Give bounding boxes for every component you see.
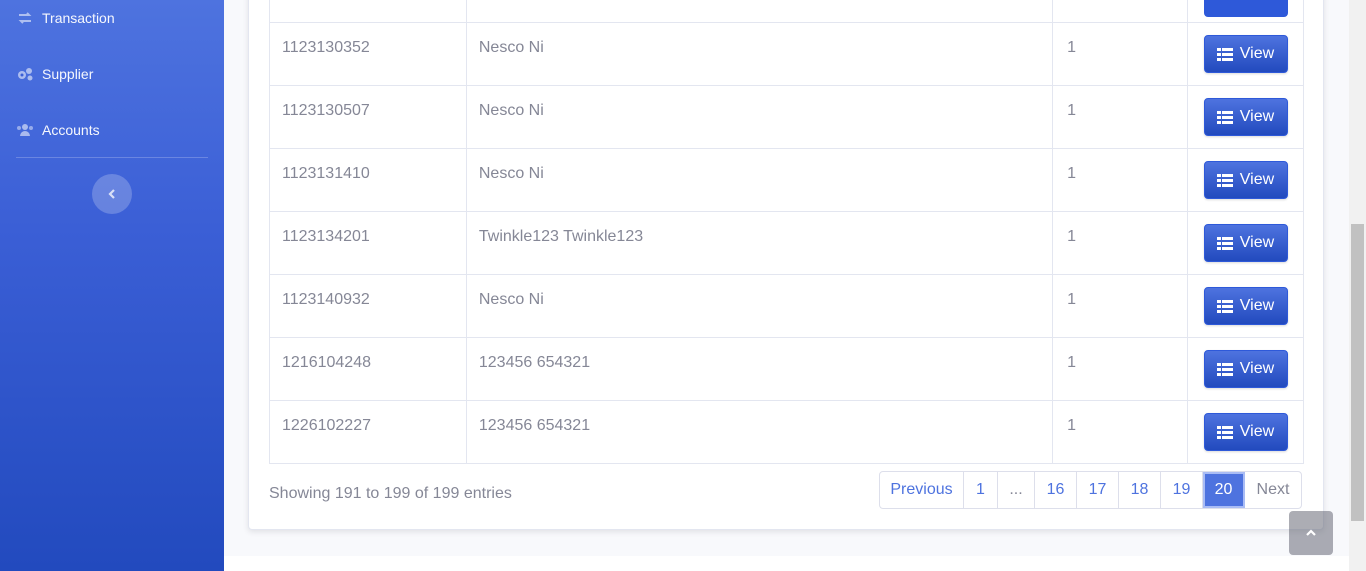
table-icon <box>1216 236 1233 250</box>
cell-count: 1 <box>1052 274 1189 338</box>
table-row: 1123130352 Nesco Ni 1 View <box>269 22 1304 86</box>
table-icon <box>1216 110 1233 124</box>
table-row: 1123134201 Twinkle123 Twinkle123 1 View <box>269 211 1304 275</box>
cell-name: Nesco Ni <box>465 85 1054 149</box>
table-icon <box>1216 362 1233 376</box>
table-row <box>269 0 1304 23</box>
sidebar-item-supplier[interactable]: Supplier <box>16 63 93 85</box>
sidebar-item-accounts[interactable]: Accounts <box>16 119 100 141</box>
pagination-next[interactable]: Next <box>1245 472 1301 508</box>
users-icon <box>17 124 33 136</box>
sidebar-divider <box>16 157 208 158</box>
view-button[interactable]: View <box>1203 98 1288 136</box>
table-row: 1123131410 Nesco Ni 1 View <box>269 148 1304 212</box>
cell-count: 1 <box>1052 211 1189 275</box>
cell-id: 1123131410 <box>269 148 467 212</box>
view-button[interactable]: View <box>1203 350 1288 388</box>
cell-count: 1 <box>1052 85 1189 149</box>
cell-name: Twinkle123 Twinkle123 <box>465 211 1054 275</box>
cell-count: 1 <box>1052 400 1189 464</box>
pagination-page-20[interactable]: 20 <box>1203 472 1245 508</box>
cell-count: 1 <box>1052 148 1189 212</box>
view-button-label: View <box>1239 423 1275 440</box>
view-button-label: View <box>1239 360 1275 377</box>
page-scrollbar[interactable] <box>1349 0 1366 571</box>
scrollbar-thumb[interactable] <box>1351 224 1364 521</box>
sidebar-item-label: Transaction <box>42 10 115 26</box>
sidebar-toggle-button[interactable] <box>92 174 132 214</box>
view-button[interactable] <box>1203 0 1288 17</box>
pagination-page-19[interactable]: 19 <box>1161 472 1203 508</box>
sidebar-item-label: Supplier <box>42 66 94 82</box>
chevron-up-icon <box>1306 529 1316 536</box>
view-button[interactable]: View <box>1203 35 1288 73</box>
view-button[interactable]: View <box>1203 161 1288 199</box>
chevron-left-icon <box>108 189 115 199</box>
pagination-page-17[interactable]: 17 <box>1077 472 1119 508</box>
cell-name: Nesco Ni <box>465 148 1054 212</box>
footer <box>224 556 1349 571</box>
view-button[interactable]: View <box>1203 413 1288 451</box>
table-row: 1226102227 123456 654321 1 View <box>269 400 1304 464</box>
cell-id: 1123130352 <box>269 22 467 86</box>
cell-id: 1216104248 <box>269 337 467 401</box>
view-button-label: View <box>1239 108 1275 125</box>
view-button-label: View <box>1239 45 1275 62</box>
table-row: 1216104248 123456 654321 1 View <box>269 337 1304 401</box>
pagination-page-18[interactable]: 18 <box>1119 472 1161 508</box>
view-button-label: View <box>1239 297 1275 314</box>
table-icon <box>1216 173 1233 187</box>
view-button[interactable]: View <box>1203 287 1288 325</box>
table-icon <box>1216 299 1233 313</box>
cell-name: Nesco Ni <box>465 22 1054 86</box>
cell-id: 1123134201 <box>269 211 467 275</box>
scroll-to-top-button[interactable] <box>1289 511 1333 555</box>
table-icon <box>1216 425 1233 439</box>
view-button[interactable]: View <box>1203 224 1288 262</box>
cell-name: 123456 654321 <box>465 337 1054 401</box>
sidebar: Transaction Supplier Accounts <box>0 0 224 571</box>
table-row: 1123140932 Nesco Ni 1 View <box>269 274 1304 338</box>
table-info: Showing 191 to 199 of 199 entries <box>269 485 512 502</box>
cell-name: Nesco Ni <box>465 274 1054 338</box>
pagination-ellipsis: ... <box>998 472 1035 508</box>
pagination-previous[interactable]: Previous <box>880 472 964 508</box>
cell-count: 1 <box>1052 337 1189 401</box>
cell-id: 1123140932 <box>269 274 467 338</box>
exchange-icon <box>18 12 32 24</box>
view-button-label: View <box>1239 171 1275 188</box>
sidebar-item-transaction[interactable]: Transaction <box>16 7 115 29</box>
cell-count: 1 <box>1052 22 1189 86</box>
pagination-page-1[interactable]: 1 <box>964 472 998 508</box>
sidebar-item-label: Accounts <box>42 122 100 138</box>
cell-id: 1123130507 <box>269 85 467 149</box>
cogs-icon <box>18 68 33 81</box>
pagination-page-16[interactable]: 16 <box>1035 472 1077 508</box>
cell-id: 1226102227 <box>269 400 467 464</box>
cell-name: 123456 654321 <box>465 400 1054 464</box>
table-icon <box>1216 47 1233 61</box>
view-button-label: View <box>1239 234 1275 251</box>
entries-table: 1123130352 Nesco Ni 1 View 1123130507 Ne… <box>269 0 1304 464</box>
table-row: 1123130507 Nesco Ni 1 View <box>269 85 1304 149</box>
pagination: Previous 1 ... 16 17 18 19 20 Next <box>879 471 1302 509</box>
